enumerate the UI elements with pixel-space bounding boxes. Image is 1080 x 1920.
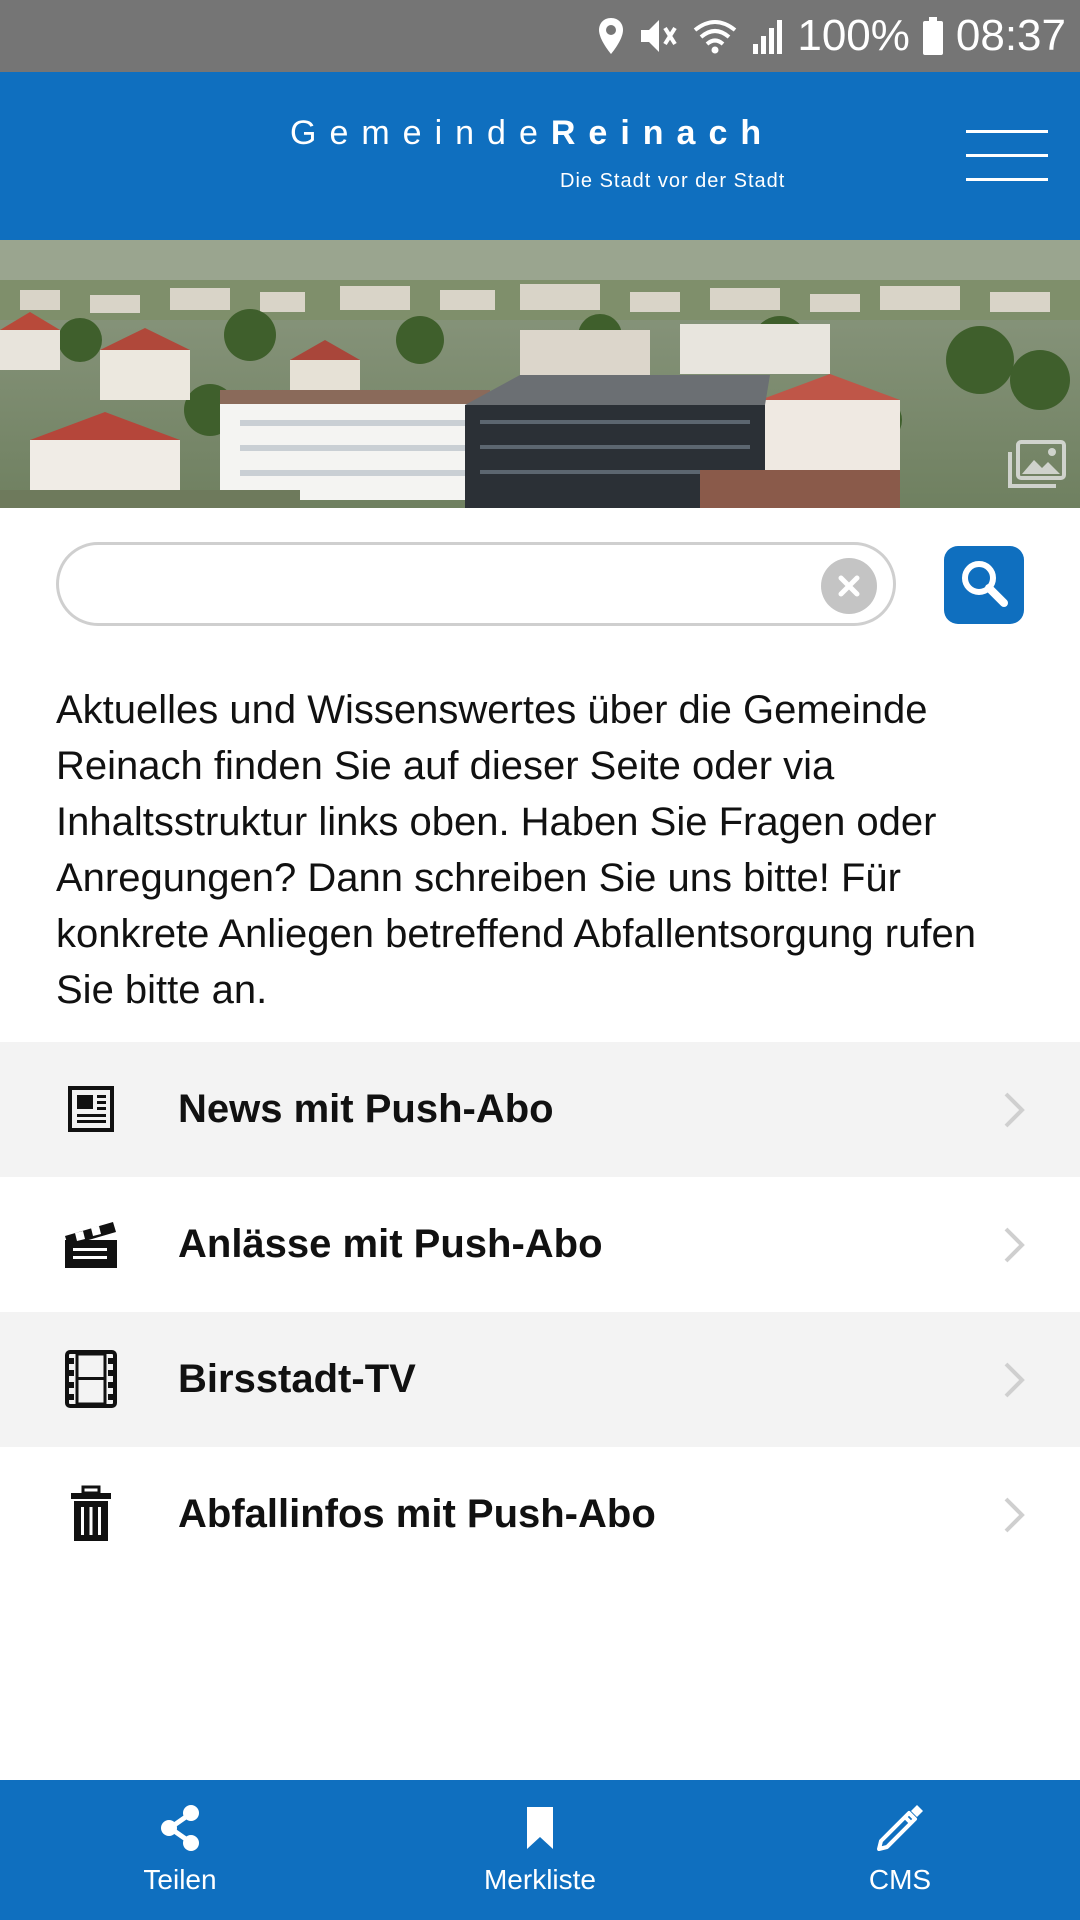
logo-tagline: Die Stadt vor der Stadt (560, 170, 786, 192)
share-icon (152, 1800, 208, 1856)
hamburger-menu-icon[interactable] (966, 130, 1048, 184)
status-icons: 100% 08:37 (597, 0, 1066, 72)
mute-icon (637, 16, 679, 56)
chevron-right-icon (1002, 1495, 1026, 1535)
clock: 08:37 (955, 11, 1066, 60)
nav-share[interactable]: Teilen (50, 1780, 310, 1920)
menu-list: News mit Push-Abo Anlässe mit Push-Abo B… (0, 1042, 1080, 1582)
menu-item-label: Birsstadt-TV (178, 1357, 416, 1401)
clapperboard-icon (62, 1215, 120, 1273)
bookmark-icon (512, 1800, 568, 1856)
bottom-nav: Teilen Merkliste CMS (0, 1780, 1080, 1920)
nav-label: CMS (868, 1864, 932, 1895)
newspaper-icon (62, 1080, 120, 1138)
film-icon (62, 1350, 120, 1408)
menu-item-label: News mit Push-Abo (178, 1087, 554, 1131)
menu-item-events[interactable]: Anlässe mit Push-Abo (0, 1177, 1080, 1312)
town-aerial-illustration (0, 240, 1080, 508)
menu-item-waste-info[interactable]: Abfallinfos mit Push-Abo (0, 1447, 1080, 1582)
chevron-right-icon (1002, 1090, 1026, 1130)
location-icon (597, 16, 625, 56)
nav-label: Teilen (143, 1864, 217, 1895)
clear-icon[interactable] (821, 558, 877, 614)
menu-item-birsstadt-tv[interactable]: Birsstadt-TV (0, 1312, 1080, 1447)
intro-text: Aktuelles und Wissenswertes über die Gem… (56, 688, 976, 1012)
logo-part-gemeinde: Gemeinde (290, 114, 551, 152)
wifi-icon (691, 16, 739, 56)
trash-icon (62, 1485, 120, 1543)
nav-bookmarks[interactable]: Merkliste (410, 1780, 670, 1920)
search-button[interactable] (944, 546, 1024, 624)
search-icon (958, 557, 1010, 614)
image-gallery-icon[interactable] (1008, 440, 1066, 488)
hero-image (0, 240, 1080, 508)
battery-percent: 100% (797, 11, 910, 60)
search-input[interactable] (89, 555, 809, 615)
nav-cms[interactable]: CMS (770, 1780, 1030, 1920)
menu-item-news[interactable]: News mit Push-Abo (0, 1042, 1080, 1177)
logo[interactable]: GemeindeReinach Die Stadt vor der Stadt (290, 114, 784, 192)
menu-item-label: Abfallinfos mit Push-Abo (178, 1492, 656, 1536)
app-header: GemeindeReinach Die Stadt vor der Stadt (0, 72, 1080, 240)
pencil-icon (872, 1800, 928, 1856)
logo-title: GemeindeReinach (290, 114, 774, 153)
battery-icon (922, 16, 944, 56)
menu-item-label: Anlässe mit Push-Abo (178, 1222, 603, 1266)
chevron-right-icon (1002, 1360, 1026, 1400)
nav-label: Merkliste (483, 1864, 596, 1895)
status-bar: 100% 08:37 (0, 0, 1080, 72)
search-field (56, 542, 896, 626)
chevron-right-icon (1002, 1225, 1026, 1265)
signal-icon (751, 16, 785, 56)
logo-part-reinach: Reinach (550, 114, 775, 152)
